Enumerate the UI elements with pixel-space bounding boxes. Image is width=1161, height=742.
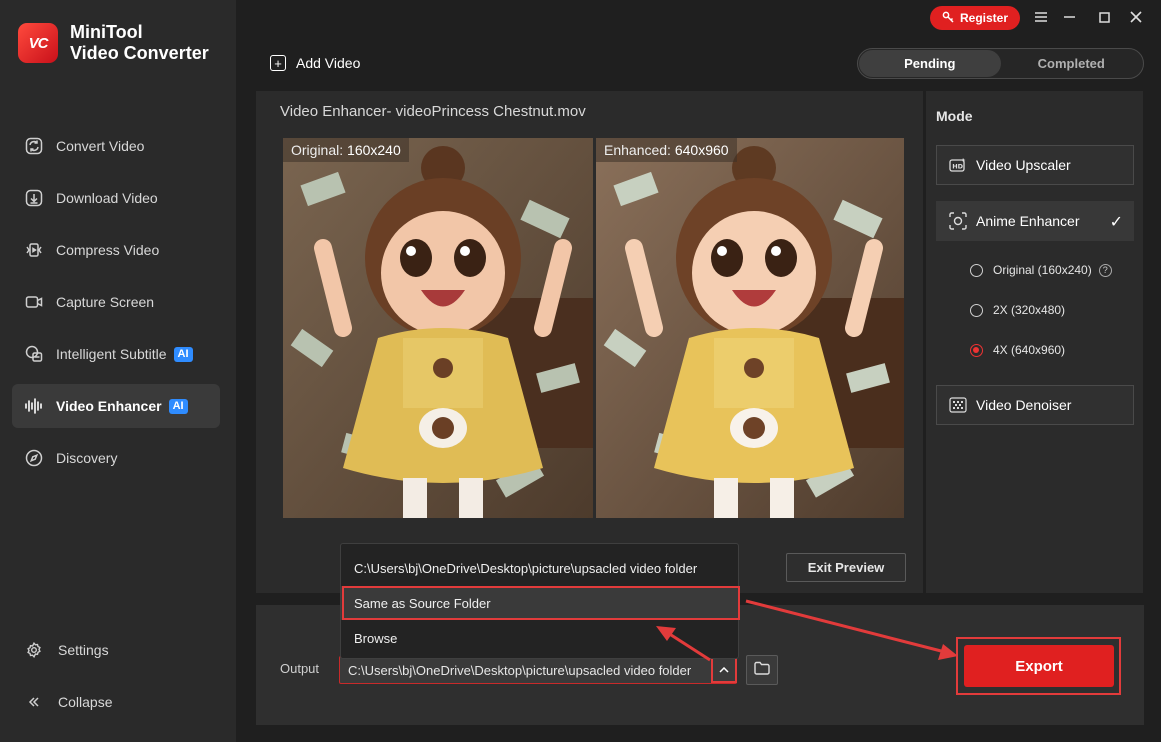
radio-2x[interactable] [970, 303, 983, 317]
svg-text:HD: HD [952, 163, 963, 171]
ai-badge: AI [168, 398, 188, 414]
checkmark-icon: ✓ [1109, 214, 1123, 231]
app-logo: VC [18, 23, 58, 63]
exit-preview-button[interactable]: Exit Preview [786, 553, 906, 582]
video-upscaler-label: Video Upscaler [976, 157, 1071, 173]
sidebar-item-video-enhancer[interactable]: Video Enhancer AI [12, 384, 220, 428]
subtitle-icon [24, 344, 44, 364]
original-resolution: 160x240 [347, 142, 401, 158]
register-label: Register [959, 11, 1009, 25]
sidebar-item-label: Convert Video [56, 138, 145, 154]
mode-title: Mode [936, 108, 973, 124]
sidebar-item-label: Capture Screen [56, 294, 155, 310]
camera-icon [24, 292, 44, 312]
sidebar-item-capture-screen[interactable]: Capture Screen [12, 280, 220, 324]
settings-button[interactable]: Settings [24, 640, 109, 660]
sidebar-item-label: Discovery [56, 450, 118, 466]
sidebar-item-intelligent-subtitle[interactable]: Intelligent Subtitle AI [12, 332, 220, 376]
hd-icon: HD [949, 156, 967, 174]
app-name: MiniTool Video Converter [70, 22, 209, 64]
sidebar-item-convert-video[interactable]: Convert Video [12, 124, 220, 168]
radio-4x[interactable] [970, 343, 983, 357]
preview-title: Video Enhancer- videoPrincess Chestnut.m… [280, 103, 586, 120]
sidebar-item-compress-video[interactable]: Compress Video [12, 228, 220, 272]
tab-pending[interactable]: Pending [859, 50, 1001, 77]
sidebar-item-discovery[interactable]: Discovery [12, 436, 220, 480]
scan-face-icon [949, 212, 967, 230]
mode-panel: Mode HD Video Upscaler Anime Enhancer ✓ … [926, 91, 1143, 593]
open-folder-button[interactable] [746, 655, 778, 685]
brand: VC MiniTool Video Converter [18, 22, 209, 64]
video-denoiser-label: Video Denoiser [976, 397, 1072, 413]
same-as-source-highlight [342, 586, 740, 620]
app-name-line2: Video Converter [70, 43, 209, 63]
maximize-icon[interactable] [1095, 8, 1113, 26]
download-icon [24, 188, 44, 208]
folder-icon [754, 661, 770, 680]
app-name-line1: MiniTool [70, 22, 143, 42]
compass-icon [24, 448, 44, 468]
collapse-button[interactable]: Collapse [24, 692, 112, 712]
sidebar-nav: Convert Video Download Video Compress Vi… [12, 124, 220, 488]
sidebar: VC MiniTool Video Converter Convert Vide… [0, 0, 236, 742]
collapse-label: Collapse [58, 694, 113, 710]
register-button[interactable]: Register [930, 6, 1020, 30]
ai-badge: AI [173, 346, 193, 362]
key-icon [942, 11, 954, 26]
enhanced-resolution: 640x960 [674, 142, 729, 158]
convert-icon [24, 136, 44, 156]
original-frame-image [283, 138, 593, 518]
add-video-button[interactable]: + Add Video [270, 55, 360, 71]
option-4x[interactable]: 4X (640x960) [970, 343, 1065, 357]
original-preview: Original: 160x240 [283, 138, 593, 518]
plus-icon: + [270, 55, 286, 71]
enhancer-icon [24, 396, 44, 416]
dropdown-item-path[interactable]: C:\Users\bj\OneDrive\Desktop\picture\ups… [341, 551, 738, 585]
dropdown-item-browse[interactable]: Browse [341, 621, 738, 655]
gear-icon [24, 640, 44, 660]
original-label: Original: 160x240 [283, 138, 409, 162]
video-denoiser-button[interactable]: Video Denoiser [936, 385, 1134, 425]
sidebar-item-label: Compress Video [56, 242, 160, 258]
anime-enhancer-label: Anime Enhancer [976, 213, 1080, 229]
sidebar-item-download-video[interactable]: Download Video [12, 176, 220, 220]
menu-icon[interactable] [1032, 8, 1050, 26]
minimize-icon[interactable] [1060, 8, 1078, 26]
preview-panel: Video Enhancer- videoPrincess Chestnut.m… [256, 91, 923, 593]
app-window: VC MiniTool Video Converter Convert Vide… [0, 0, 1161, 742]
output-path-select[interactable]: C:\Users\bj\OneDrive\Desktop\picture\ups… [339, 656, 737, 684]
chevron-up-icon[interactable] [711, 657, 737, 683]
status-tabs: Pending Completed [857, 48, 1144, 79]
output-path-value: C:\Users\bj\OneDrive\Desktop\picture\ups… [348, 662, 692, 678]
denoise-icon [949, 396, 967, 414]
enhanced-label: Enhanced: 640x960 [596, 138, 737, 162]
option-original[interactable]: Original (160x240) ? [970, 263, 1112, 277]
export-button[interactable]: Export [964, 645, 1114, 687]
settings-label: Settings [58, 642, 109, 658]
sidebar-item-label: Download Video [56, 190, 158, 206]
compress-icon [24, 240, 44, 260]
enhanced-preview: Enhanced: 640x960 [596, 138, 904, 518]
help-icon[interactable]: ? [1098, 263, 1112, 277]
radio-original[interactable] [970, 263, 983, 277]
anime-enhancer-button[interactable]: Anime Enhancer ✓ [936, 201, 1134, 241]
sidebar-item-label: Intelligent Subtitle [56, 346, 167, 362]
add-video-label: Add Video [296, 55, 361, 71]
tab-completed[interactable]: Completed [1001, 50, 1143, 77]
close-icon[interactable] [1127, 8, 1145, 26]
enhanced-frame-image [596, 138, 904, 518]
option-2x[interactable]: 2X (320x480) [970, 303, 1065, 317]
video-upscaler-button[interactable]: HD Video Upscaler [936, 145, 1134, 185]
double-chevron-left-icon [24, 692, 44, 712]
sidebar-item-label: Video Enhancer [56, 398, 162, 414]
output-label: Output [280, 661, 320, 676]
